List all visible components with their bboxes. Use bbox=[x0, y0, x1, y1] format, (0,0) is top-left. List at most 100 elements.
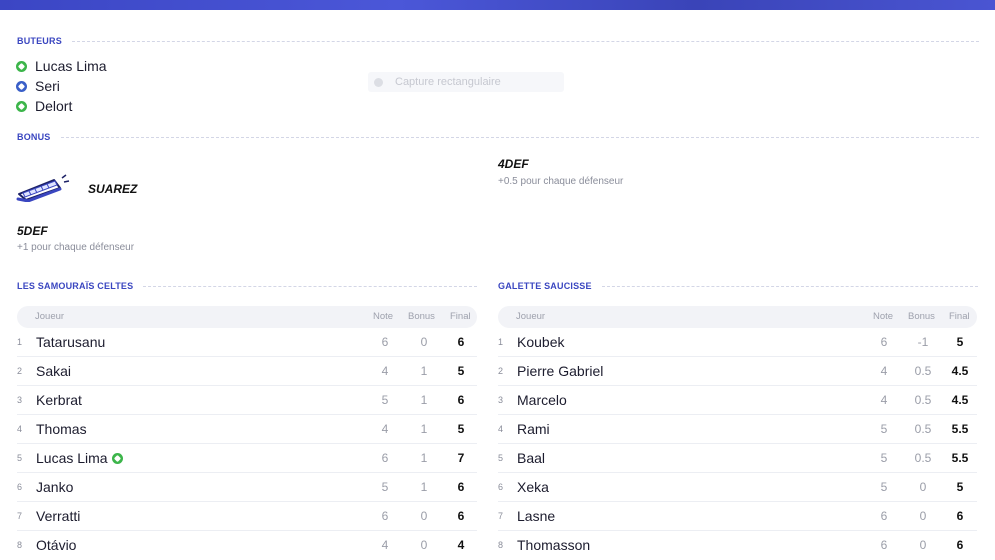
player-final: 6 bbox=[457, 480, 465, 494]
player-name: Baal bbox=[517, 450, 546, 466]
divider bbox=[60, 136, 979, 138]
player-bonus: 1 bbox=[420, 393, 428, 407]
player-name: Pierre Gabriel bbox=[517, 363, 604, 379]
table-row: 7 Verratti 6 0 6 bbox=[17, 502, 477, 531]
bonus-name: SUAREZ bbox=[88, 182, 138, 196]
col-final: Final bbox=[450, 311, 471, 322]
player-rank: 6 bbox=[498, 482, 504, 492]
player-bonus: 0.5 bbox=[914, 422, 932, 436]
col-bonus: Bonus bbox=[908, 311, 935, 322]
player-bonus: 0.5 bbox=[914, 451, 932, 465]
player-name: Koubek bbox=[517, 334, 565, 350]
table-row: 8 Otávio 4 0 4 bbox=[17, 531, 477, 560]
player-final: 6 bbox=[457, 393, 465, 407]
capture-label: Capture rectangulaire bbox=[395, 76, 501, 88]
player-final: 5 bbox=[956, 335, 964, 349]
player-final: 6 bbox=[956, 509, 964, 523]
player-rank: 7 bbox=[498, 511, 504, 521]
bonus-section-header: BONUS bbox=[17, 132, 979, 142]
player-name: Thomas bbox=[36, 421, 87, 437]
player-final: 4.5 bbox=[951, 393, 969, 407]
col-player: Joueur bbox=[516, 311, 546, 322]
bonus-name: 4DEF bbox=[498, 157, 529, 171]
player-name-cell: Janko bbox=[36, 479, 73, 495]
player-name: Tatarusanu bbox=[36, 334, 106, 350]
player-final: 6 bbox=[457, 335, 465, 349]
player-name-cell: Koubek bbox=[517, 334, 564, 350]
player-final: 4.5 bbox=[951, 364, 969, 378]
table-row: 2 Pierre Gabriel 4 0.5 4.5 bbox=[498, 357, 977, 386]
team-section-header: LES SAMOURAÏS CELTES bbox=[17, 281, 477, 291]
player-bonus: 0 bbox=[420, 538, 428, 552]
player-note: 4 bbox=[381, 364, 389, 378]
player-rank: 3 bbox=[17, 395, 23, 405]
player-name: Kerbrat bbox=[36, 392, 82, 408]
player-final: 5 bbox=[457, 364, 465, 378]
player-final: 4 bbox=[457, 538, 465, 552]
col-bonus: Bonus bbox=[408, 311, 435, 322]
soccer-ball-icon bbox=[111, 452, 123, 464]
team-table: Joueur Note Bonus Final 1 Koubek 6 -1 5 2 Pier… bbox=[498, 306, 977, 560]
player-name: Janko bbox=[36, 479, 74, 495]
player-final: 5.5 bbox=[951, 422, 969, 436]
scorer-name: Seri bbox=[35, 78, 60, 94]
player-note: 6 bbox=[381, 509, 389, 523]
player-bonus: 1 bbox=[420, 451, 428, 465]
player-note: 6 bbox=[880, 335, 888, 349]
scorers-section-header: BUTEURS bbox=[17, 36, 979, 46]
bonus-title: BONUS bbox=[17, 132, 51, 142]
player-bonus: 0 bbox=[919, 509, 927, 523]
player-final: 5.5 bbox=[951, 451, 969, 465]
player-note: 6 bbox=[381, 335, 389, 349]
player-rank: 8 bbox=[17, 540, 23, 550]
player-name: Otávio bbox=[36, 537, 77, 553]
player-rank: 8 bbox=[498, 540, 504, 550]
col-final: Final bbox=[949, 311, 970, 322]
player-bonus: 0.5 bbox=[914, 393, 932, 407]
capture-icon bbox=[374, 77, 383, 87]
player-name-cell: Otávio bbox=[36, 537, 76, 553]
player-rank: 1 bbox=[498, 337, 504, 347]
col-note: Note bbox=[373, 311, 394, 322]
player-name-cell: Marcelo bbox=[517, 392, 567, 408]
player-rank: 2 bbox=[498, 366, 504, 376]
capture-rectangle-overlay[interactable]: Capture rectangulaire bbox=[368, 72, 564, 92]
player-name-cell: Tatarusanu bbox=[36, 334, 105, 350]
table-row: 3 Kerbrat 5 1 6 bbox=[17, 386, 477, 415]
player-bonus: 1 bbox=[420, 422, 428, 436]
table-row: 5 Baal 5 0.5 5.5 bbox=[498, 444, 977, 473]
player-final: 6 bbox=[457, 509, 465, 523]
soccer-ball-icon bbox=[16, 60, 27, 72]
scorer-name: Lucas Lima bbox=[35, 58, 107, 74]
table-body: 1 Koubek 6 -1 5 2 Pierre Gabriel 4 0.5 4.5 3 Marcel… bbox=[498, 328, 977, 560]
table-row: 5 Lucas Lima 6 1 7 bbox=[17, 444, 477, 473]
team-name: GALETTE SAUCISSE bbox=[498, 281, 592, 291]
player-bonus: 0 bbox=[420, 509, 428, 523]
player-name: Marcelo bbox=[517, 392, 567, 408]
player-name-cell: Rami bbox=[517, 421, 550, 437]
table-body: 1 Tatarusanu 6 0 6 2 Sakai 4 1 5 3 Kerbrat 5 1 6 4 Thoma… bbox=[17, 328, 477, 560]
player-note: 4 bbox=[381, 538, 389, 552]
player-final: 5 bbox=[457, 422, 465, 436]
top-banner bbox=[0, 0, 995, 10]
player-rank: 3 bbox=[498, 395, 504, 405]
player-name-cell: Verratti bbox=[36, 508, 80, 524]
divider bbox=[143, 285, 477, 287]
player-rank: 5 bbox=[17, 453, 23, 463]
teeth-icon bbox=[16, 174, 70, 202]
player-name-cell: Lucas Lima bbox=[36, 450, 123, 466]
player-final: 7 bbox=[457, 451, 465, 465]
table-row: 4 Thomas 4 1 5 bbox=[17, 415, 477, 444]
player-rank: 1 bbox=[17, 337, 23, 347]
player-name-cell: Lasne bbox=[517, 508, 555, 524]
player-bonus: 0 bbox=[420, 335, 428, 349]
player-rank: 5 bbox=[498, 453, 504, 463]
scorer-item: Lucas Lima bbox=[16, 56, 107, 76]
bonus-description: +1 pour chaque défenseur bbox=[17, 242, 135, 253]
table-header: Joueur Note Bonus Final bbox=[17, 306, 477, 328]
player-note: 6 bbox=[880, 509, 888, 523]
table-row: 3 Marcelo 4 0.5 4.5 bbox=[498, 386, 977, 415]
player-name: Rami bbox=[517, 421, 550, 437]
player-rank: 4 bbox=[17, 424, 23, 434]
player-note: 5 bbox=[880, 422, 888, 436]
